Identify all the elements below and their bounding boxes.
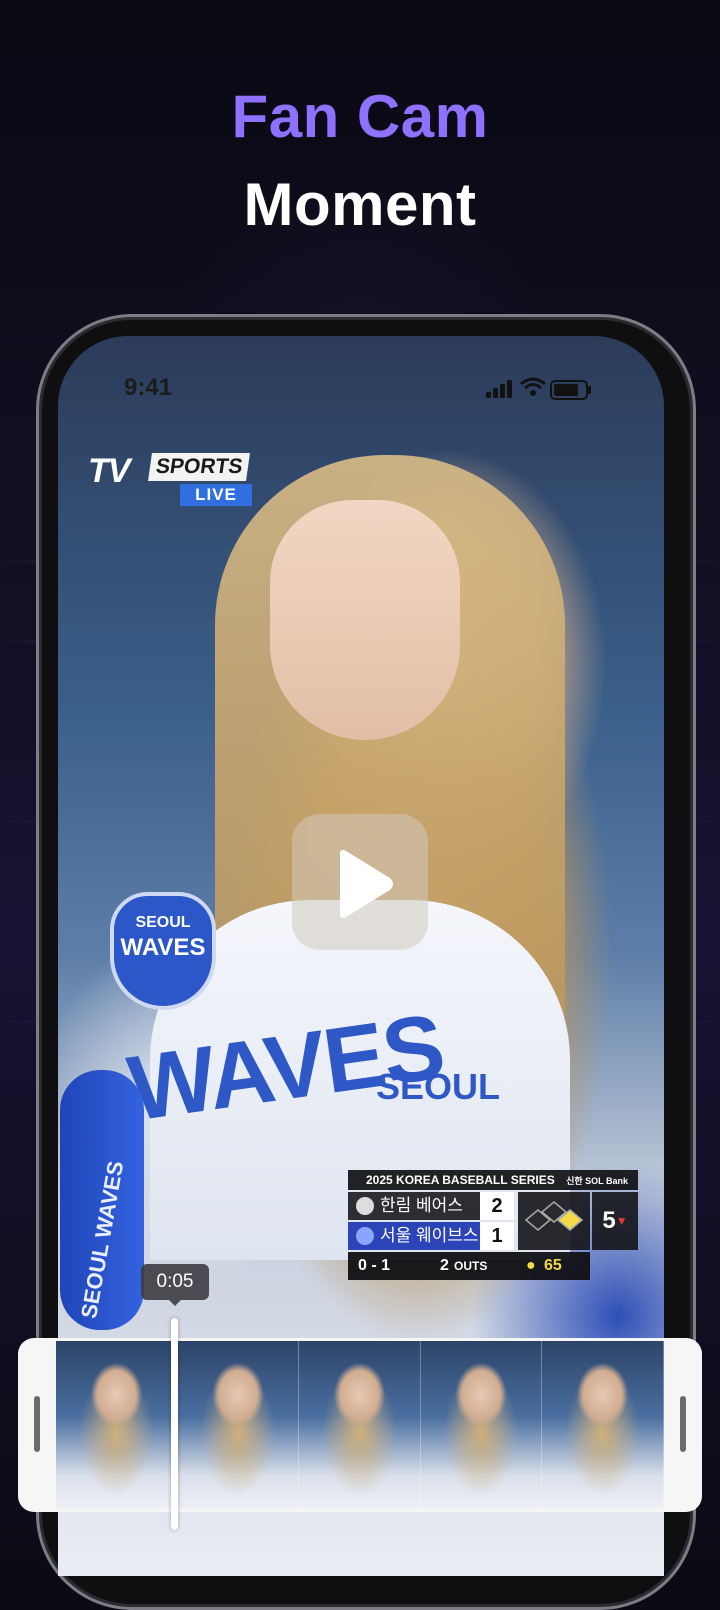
team2-logo-icon [356, 1227, 374, 1245]
status-bar: 9:41 [58, 372, 664, 406]
playhead-time-tooltip: 0:05 [141, 1264, 209, 1306]
team1-logo-icon [356, 1197, 374, 1215]
headline-line2: Moment [243, 171, 477, 238]
brand-sports: SPORTS [148, 453, 251, 481]
trim-handle-left[interactable] [34, 1396, 40, 1452]
scoreboard-header: 2025 KOREA BASEBALL SERIES 신한 SOL Bank F… [348, 1170, 638, 1207]
badge-line2: WAVES [120, 934, 206, 961]
outs-label: OUTS [454, 1259, 488, 1273]
thumbnail-frame [177, 1341, 300, 1509]
brand-tv: TV [88, 452, 130, 490]
face [270, 500, 460, 740]
wifi-icon [520, 377, 546, 396]
live-badge: LIVE [180, 484, 252, 506]
status-time: 9:41 [124, 374, 173, 401]
team1-score: 2 [480, 1192, 514, 1220]
inning-indicator: 5▼ [592, 1192, 638, 1250]
scoreboard: 2025 KOREA BASEBALL SERIES 신한 SOL Bank F… [348, 1170, 640, 1282]
team-badge: SEOUL WAVES [110, 892, 216, 1010]
pitch-count-icon: ● [526, 1257, 536, 1274]
series-title: 2025 KOREA BASEBALL SERIES [366, 1173, 555, 1187]
jersey-seoul: SEOUL [376, 1066, 501, 1107]
play-button[interactable] [292, 814, 428, 950]
signal-icon [486, 380, 514, 398]
thumbnail-frame [420, 1341, 543, 1509]
playhead[interactable] [171, 1318, 178, 1530]
inning-half-icon: ▼ [615, 1214, 628, 1228]
team2-score: 1 [480, 1222, 514, 1250]
scoreboard-footer: 0 - 1 2 OUTS ● 65 [348, 1252, 590, 1280]
outs-number: 2 [440, 1257, 449, 1274]
ball-strike-count: 0 - 1 [358, 1257, 391, 1274]
video-trim-timeline[interactable] [18, 1338, 702, 1512]
trim-handle-right[interactable] [680, 1396, 686, 1452]
broadcast-logo: TV SPORTS LIVE [88, 452, 252, 506]
play-icon [340, 850, 393, 918]
pitch-count: 65 [544, 1257, 562, 1274]
badge-line1: SEOUL [135, 914, 191, 931]
thumbnail-strip [56, 1341, 664, 1509]
battery-icon [550, 380, 591, 400]
thumbnail-frame [542, 1341, 664, 1509]
thumbnail-frame [299, 1341, 421, 1509]
team1-name: 한림 베어스 [380, 1196, 463, 1215]
bases-diamond-icon [518, 1192, 590, 1250]
inning-number: 5 [602, 1207, 616, 1234]
headline-line1: Fan Cam [231, 83, 489, 150]
team2-name: 서울 웨이브스 [380, 1226, 479, 1245]
thumbnail-frame [56, 1341, 178, 1509]
